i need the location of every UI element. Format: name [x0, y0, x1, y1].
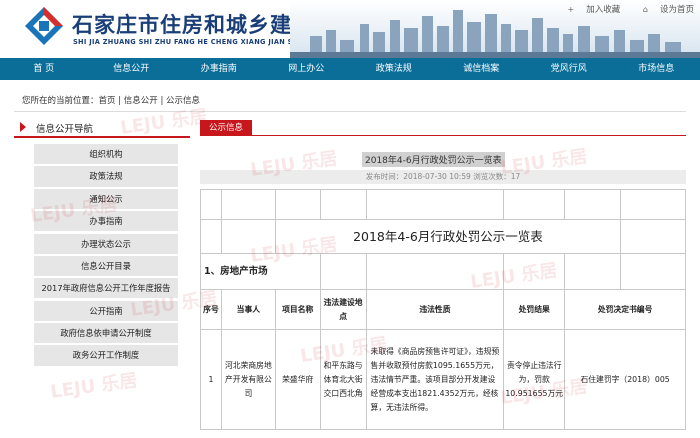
table-cell [620, 219, 686, 254]
article-title: 2018年4-6月行政处罚公示一览表 [362, 152, 505, 167]
article-meta: 发布时间：2018-07-30 10:59 浏览次数：17 [200, 170, 686, 184]
star-plus-icon: + [567, 5, 575, 14]
nav-item-online-office[interactable]: 网上办公 [263, 58, 351, 80]
page-root: 石家庄市住房和城乡建设局 SHI JIA ZHUANG SHI ZHU FANG… [0, 0, 700, 438]
cell-nature: 未取得《商品房预售许可证》，违规预售并收取预付房款1095.1655万元，违法情… [365, 329, 505, 430]
nav-item-market-info[interactable]: 市场信息 [613, 58, 700, 80]
table-section-title: 1、房地产市场 [200, 253, 321, 290]
penalty-table: 2018年4-6月行政处罚公示一览表 1、房地产市场 序号 当事人 项目名称 违… [200, 189, 686, 430]
cell-result: 责令停止违法行为，罚款10.951655万元 [503, 329, 566, 430]
sidebar-header: 信息公开导航 [14, 116, 190, 138]
cell-location: 和平东路与体育北大街交口西北角 [319, 329, 367, 430]
home-icon: ⌂ [642, 5, 648, 14]
table-spacer-row [200, 189, 686, 220]
sidebar-item-policy[interactable]: 政策法规 [34, 166, 178, 187]
nav-item-home[interactable]: 首 页 [0, 58, 88, 80]
table-cell [365, 189, 505, 220]
table-cell [200, 219, 222, 254]
header-result: 处罚结果 [503, 289, 566, 330]
sidebar-item-work-system[interactable]: 政务公开工作制度 [34, 345, 178, 366]
table-cell [319, 189, 367, 220]
site-logo-icon [25, 7, 63, 45]
header-no: 序号 [200, 289, 222, 330]
table-cell [365, 253, 505, 290]
header-nature: 违法性质 [365, 289, 505, 330]
site-pinyin: SHI JIA ZHUANG SHI ZHU FANG HE CHENG XIA… [73, 38, 315, 46]
table-cell [564, 189, 622, 220]
nav-item-party-style[interactable]: 党风行风 [525, 58, 613, 80]
cell-doc-no: 石住建罚字（2018）005 [564, 329, 686, 430]
sidebar-item-catalog[interactable]: 信息公开目录 [34, 255, 178, 277]
tab-public-info[interactable]: 公示信息 [200, 120, 253, 136]
header-project: 项目名称 [274, 289, 321, 330]
table-cell [503, 189, 566, 220]
sidebar-item-notices[interactable]: 通知公示 [34, 188, 178, 209]
cell-no: 1 [200, 329, 222, 430]
header-location: 违法建设地点 [319, 289, 367, 330]
sidebar-item-application-system[interactable]: 政府信息依申请公开制度 [34, 323, 178, 344]
table-cell [274, 189, 321, 220]
table-cell [503, 253, 566, 290]
add-favorite-link[interactable]: + 加入收藏 [557, 5, 620, 15]
table-title-row: 2018年4-6月行政处罚公示一览表 [200, 219, 686, 254]
table-header-row: 序号 当事人 项目名称 违法建设地点 违法性质 处罚结果 处罚决定书编号 [200, 289, 686, 330]
header-doc-no: 处罚决定书编号 [564, 289, 686, 330]
nav-item-credit[interactable]: 诚信档案 [438, 58, 526, 80]
table-cell [220, 219, 276, 254]
set-homepage-link[interactable]: ⌂ 设为首页 [633, 5, 694, 15]
main-nav: 首 页 信息公开 办事指南 网上办公 政策法规 诚信档案 党风行风 市场信息 [0, 58, 700, 80]
table-cell [620, 253, 686, 290]
breadcrumb-divider [14, 111, 686, 112]
table-title: 2018年4-6月行政处罚公示一览表 [274, 219, 622, 254]
nav-item-policy[interactable]: 政策法规 [350, 58, 438, 80]
table-cell [200, 189, 222, 220]
table-cell [220, 189, 276, 220]
triangle-right-icon [20, 122, 26, 132]
table-row: 1 河北荣商房地产开发有限公司 荣盛华府 和平东路与体育北大街交口西北角 未取得… [200, 329, 686, 430]
nav-item-info-public[interactable]: 信息公开 [88, 58, 176, 80]
main-content: 公示信息 2018年4-6月行政处罚公示一览表 发布时间：2018-07-30 … [200, 116, 686, 438]
top-links: + 加入收藏 ⌂ 设为首页 [547, 3, 694, 15]
cell-party: 河北荣商房地产开发有限公司 [220, 329, 276, 430]
sidebar: 信息公开导航 组织机构 政策法规 通知公示 办事指南 办理状态公示 信息公开目录… [14, 116, 190, 438]
nav-item-guide[interactable]: 办事指南 [175, 58, 263, 80]
header-party: 当事人 [220, 289, 276, 330]
sidebar-title: 信息公开导航 [36, 124, 94, 135]
table-section-row: 1、房地产市场 [200, 253, 686, 290]
table-cell [564, 253, 622, 290]
sidebar-item-status[interactable]: 办理状态公示 [34, 233, 178, 254]
sidebar-item-public-guide[interactable]: 公开指南 [34, 300, 178, 321]
set-homepage-label: 设为首页 [659, 5, 694, 15]
sidebar-item-organization[interactable]: 组织机构 [34, 144, 178, 165]
table-cell [319, 253, 367, 290]
sidebar-list: 组织机构 政策法规 通知公示 办事指南 办理状态公示 信息公开目录 2017年政… [34, 144, 178, 368]
sidebar-item-annual-report[interactable]: 2017年政府信息公开工作年度报告 [34, 278, 178, 299]
site-header: 石家庄市住房和城乡建设局 SHI JIA ZHUANG SHI ZHU FANG… [0, 0, 700, 58]
breadcrumb: 您所在的当前位置：首页 | 信息公开 | 公示信息 [22, 96, 201, 106]
cell-project: 荣盛华府 [274, 329, 321, 430]
tab-bar: 公示信息 [200, 116, 686, 136]
add-favorite-label: 加入收藏 [586, 5, 621, 15]
table-cell [620, 189, 686, 220]
sidebar-item-guide[interactable]: 办事指南 [34, 211, 178, 232]
